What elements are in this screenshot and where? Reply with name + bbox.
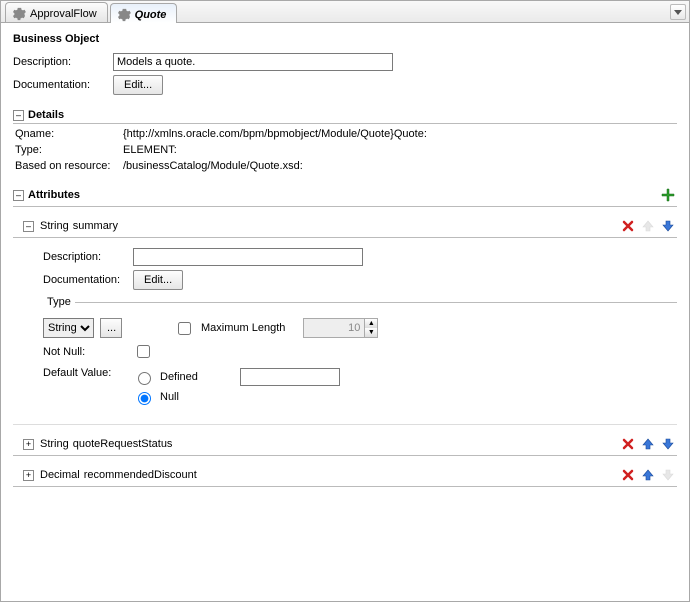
edit-documentation-button[interactable]: Edit... (113, 75, 163, 95)
attribute-type: String (40, 220, 69, 232)
attr-documentation-label: Documentation: (43, 274, 133, 286)
defined-value-input[interactable] (240, 368, 340, 386)
tab-label: Quote (135, 9, 167, 21)
attr-description-input[interactable] (133, 248, 363, 266)
add-attribute-button[interactable] (659, 186, 677, 204)
attribute-type: Decimal (40, 469, 80, 481)
spinner-up-button[interactable]: ▲ (365, 319, 377, 328)
move-up-button (639, 217, 657, 235)
gear-icon (117, 8, 131, 22)
tab-label: ApprovalFlow (30, 8, 97, 20)
delete-attribute-button[interactable] (619, 466, 637, 484)
null-radio[interactable] (138, 392, 151, 405)
details-block: Qname: {http://xmlns.oracle.com/bpm/bpmo… (13, 128, 677, 172)
attr-type-browse-button[interactable]: ... (100, 318, 122, 338)
max-length-input (304, 319, 364, 337)
description-label: Description: (13, 56, 113, 68)
business-object-title: Business Object (13, 33, 677, 45)
defined-radio[interactable] (138, 372, 151, 385)
tab-bar: ApprovalFlow Quote (1, 1, 689, 23)
max-length-spinner[interactable]: ▲▼ (303, 318, 378, 338)
delete-attribute-button[interactable] (619, 217, 637, 235)
editor-body: Business Object Description: Documentati… (1, 23, 689, 601)
defined-label: Defined (160, 371, 198, 383)
editor-window: ApprovalFlow Quote Business Object Descr… (0, 0, 690, 602)
attribute-name: summary (73, 220, 118, 232)
tab-menu-button[interactable] (670, 4, 686, 20)
attr-description-label: Description: (43, 251, 133, 263)
default-value-label: Default Value: (43, 365, 133, 379)
tab-quote[interactable]: Quote (110, 3, 178, 23)
basedon-value: /businessCatalog/Module/Quote.xsd: (123, 160, 303, 172)
attribute-name: recommendedDiscount (84, 469, 197, 481)
attribute-type: String (40, 438, 69, 450)
move-down-button[interactable] (659, 435, 677, 453)
delete-attribute-button[interactable] (619, 435, 637, 453)
attribute-name: quoteRequestStatus (73, 438, 173, 450)
tab-approvalflow[interactable]: ApprovalFlow (5, 2, 108, 22)
collapse-details-button[interactable]: – (13, 110, 24, 121)
toggle-attribute-button[interactable]: – (23, 221, 34, 232)
max-length-checkbox[interactable] (178, 322, 191, 335)
toggle-attribute-button[interactable]: + (23, 470, 34, 481)
null-label: Null (160, 391, 179, 403)
not-null-checkbox[interactable] (137, 345, 150, 358)
move-down-button[interactable] (659, 217, 677, 235)
attr-edit-documentation-button[interactable]: Edit... (133, 270, 183, 290)
gear-icon (12, 7, 26, 21)
documentation-label: Documentation: (13, 79, 113, 91)
type-value: ELEMENT: (123, 144, 177, 156)
attribute-body: Description: Documentation:Edit... Type Str… (13, 238, 677, 425)
move-down-button (659, 466, 677, 484)
details-title: Details (28, 109, 64, 121)
qname-label: Qname: (15, 128, 123, 140)
description-input[interactable] (113, 53, 393, 71)
attr-type-select[interactable]: String (43, 318, 94, 338)
not-null-label: Not Null: (43, 346, 133, 358)
attributes-title: Attributes (28, 189, 80, 201)
attribute-row: + Decimal recommendedDiscount (13, 464, 677, 487)
move-up-button[interactable] (639, 435, 657, 453)
attribute-row: –String summary (13, 215, 677, 238)
toggle-attribute-button[interactable]: + (23, 439, 34, 450)
type-label: Type: (15, 144, 123, 156)
type-legend: Type (43, 296, 75, 308)
spinner-down-button[interactable]: ▼ (365, 328, 377, 337)
qname-value: {http://xmlns.oracle.com/bpm/bpmobject/M… (123, 128, 427, 140)
max-length-label: Maximum Length (201, 322, 285, 334)
attribute-row: + String quoteRequestStatus (13, 433, 677, 456)
move-up-button[interactable] (639, 466, 657, 484)
basedon-label: Based on resource: (15, 160, 123, 172)
collapse-attributes-button[interactable]: – (13, 190, 24, 201)
